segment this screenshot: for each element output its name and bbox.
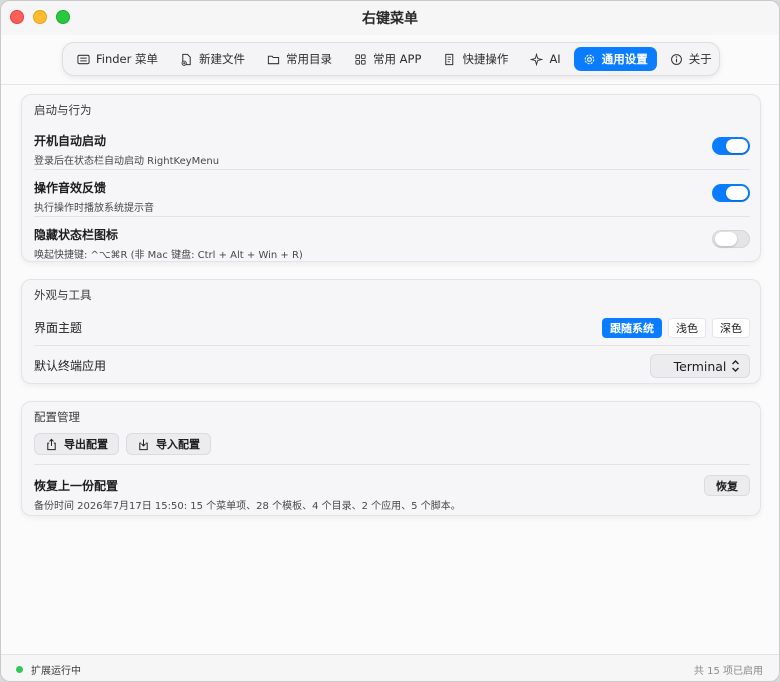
card-title: 外观与工具 bbox=[34, 288, 92, 302]
row-description: 备份时间 2026年7月17日 15:50: 15 个菜单项、28 个模板、4 … bbox=[34, 501, 461, 512]
divider bbox=[34, 216, 750, 217]
tab-label: 通用设置 bbox=[601, 52, 648, 66]
tab-general-settings[interactable]: 通用设置 bbox=[573, 47, 657, 71]
minimize-window-button[interactable] bbox=[33, 10, 47, 24]
row-description: 唤起快捷键: ^⌥⌘R (非 Mac 键盘: Ctrl + Alt + Win … bbox=[34, 250, 303, 261]
divider bbox=[34, 169, 750, 170]
window-controls bbox=[10, 10, 70, 24]
gear-icon bbox=[584, 54, 595, 64]
export-config-button[interactable]: 导出配置 bbox=[34, 433, 119, 455]
hide-status-icon-toggle[interactable] bbox=[712, 230, 750, 248]
tab-bar: Finder 菜单 新建文件 常用目录 常用 APP 快捷操作 AI 通用设置 bbox=[62, 42, 720, 76]
folder-icon bbox=[267, 55, 280, 64]
appearance-tools-card: 外观与工具 界面主题 跟随系统 浅色 深色 默认终端应用 Terminal bbox=[21, 279, 761, 384]
info-icon bbox=[670, 53, 682, 65]
row-title: 操作音效反馈 bbox=[34, 181, 107, 195]
hide-status-icon-row: 隐藏状态栏图标 唤起快捷键: ^⌥⌘R (非 Mac 键盘: Ctrl + Al… bbox=[34, 226, 750, 261]
download-icon bbox=[139, 438, 148, 450]
window-title: 右键菜单 bbox=[362, 11, 418, 27]
tab-common-folders[interactable]: 常用目录 bbox=[258, 47, 341, 71]
maximize-window-button[interactable] bbox=[56, 10, 70, 24]
close-window-button[interactable] bbox=[10, 10, 24, 24]
tab-common-apps[interactable]: 常用 APP bbox=[345, 47, 430, 71]
row-title: 恢复上一份配置 bbox=[34, 479, 119, 493]
card-title: 启动与行为 bbox=[34, 103, 92, 117]
enabled-count: 共 15 项已启用 bbox=[693, 665, 763, 677]
launch-at-login-toggle[interactable] bbox=[712, 137, 750, 155]
tab-new-file[interactable]: 新建文件 bbox=[171, 47, 254, 71]
app-window: 右键菜单 Finder 菜单 新建文件 常用目录 常用 APP 快捷操作 AI bbox=[0, 0, 780, 682]
tab-ai[interactable]: AI bbox=[521, 47, 569, 71]
tab-finder-menu[interactable]: Finder 菜单 bbox=[68, 47, 167, 71]
row-title: 隐藏状态栏图标 bbox=[34, 228, 119, 242]
startup-behavior-card: 启动与行为 开机自动启动 登录后在状态栏自动启动 RightKeyMenu 操作… bbox=[21, 94, 761, 262]
sound-feedback-row: 操作音效反馈 执行操作时播放系统提示音 bbox=[34, 179, 750, 214]
tab-label: AI bbox=[549, 52, 561, 66]
launch-at-login-row: 开机自动启动 登录后在状态栏自动启动 RightKeyMenu bbox=[34, 132, 750, 167]
sparkle-icon bbox=[530, 52, 544, 66]
card-title: 配置管理 bbox=[34, 410, 80, 424]
theme-option-dark[interactable]: 深色 bbox=[712, 318, 750, 338]
restore-button[interactable]: 恢复 bbox=[704, 475, 750, 496]
settings-content[interactable]: 启动与行为 开机自动启动 登录后在状态栏自动启动 RightKeyMenu 操作… bbox=[1, 85, 779, 654]
tab-label: Finder 菜单 bbox=[96, 52, 159, 66]
row-description: 执行操作时播放系统提示音 bbox=[34, 203, 154, 214]
select-value: Terminal bbox=[673, 358, 727, 374]
share-icon bbox=[47, 438, 56, 450]
menu-list-icon bbox=[77, 54, 90, 64]
row-title: 默认终端应用 bbox=[34, 359, 107, 373]
theme-option-light[interactable]: 浅色 bbox=[668, 318, 706, 338]
sound-feedback-toggle[interactable] bbox=[712, 184, 750, 202]
new-file-icon bbox=[181, 53, 191, 66]
running-indicator bbox=[16, 665, 23, 673]
button-label: 导入配置 bbox=[156, 438, 200, 451]
button-label: 导出配置 bbox=[64, 438, 108, 451]
row-description: 登录后在状态栏自动启动 RightKeyMenu bbox=[34, 156, 220, 167]
config-management-card: 配置管理 导出配置 导入配置 恢复上一份配置 备份时间 2026年7月17日 1… bbox=[21, 401, 761, 516]
tab-label: 快捷操作 bbox=[462, 52, 509, 66]
tab-quick-actions[interactable]: 快捷操作 bbox=[434, 47, 517, 71]
import-config-button[interactable]: 导入配置 bbox=[126, 433, 211, 455]
apps-grid-icon bbox=[355, 53, 366, 65]
theme-row: 界面主题 跟随系统 浅色 深色 bbox=[34, 317, 750, 339]
tab-label: 关于 bbox=[688, 52, 712, 66]
status-bar: 扩展运行中 共 15 项已启用 bbox=[1, 654, 779, 681]
tab-about[interactable]: 关于 bbox=[661, 47, 721, 71]
divider bbox=[34, 345, 750, 346]
script-icon bbox=[445, 53, 454, 65]
terminal-row: 默认终端应用 Terminal bbox=[34, 354, 750, 378]
tab-label: 新建文件 bbox=[199, 52, 246, 66]
theme-segmented-control: 跟随系统 浅色 深色 bbox=[602, 318, 750, 338]
row-title: 开机自动启动 bbox=[34, 134, 107, 148]
restore-config-row: 恢复上一份配置 备份时间 2026年7月17日 15:50: 15 个菜单项、2… bbox=[34, 475, 750, 512]
theme-option-system[interactable]: 跟随系统 bbox=[602, 318, 662, 338]
tab-label: 常用目录 bbox=[286, 52, 333, 66]
divider bbox=[34, 464, 750, 465]
tab-label: 常用 APP bbox=[373, 52, 422, 66]
running-status: 扩展运行中 bbox=[31, 665, 81, 677]
chevron-up-down-icon bbox=[732, 360, 739, 372]
terminal-select[interactable]: Terminal bbox=[650, 354, 750, 378]
title-bar: 右键菜单 bbox=[1, 1, 779, 35]
